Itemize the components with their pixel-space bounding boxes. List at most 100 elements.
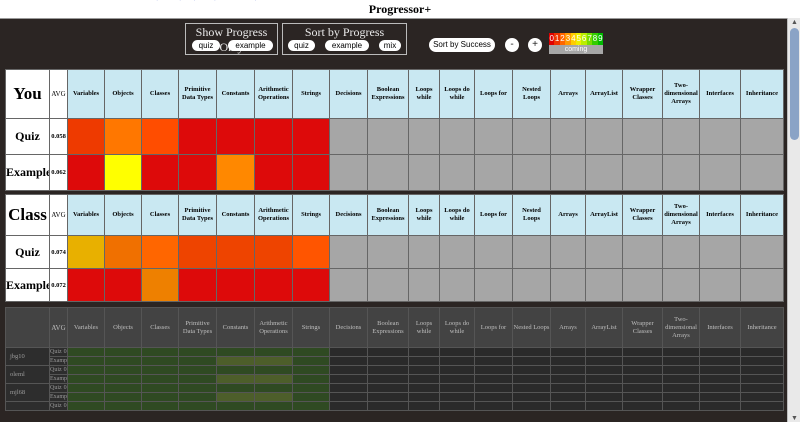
student-quiz-cell-inheritance[interactable] <box>740 347 784 357</box>
class-example-cell-loops-while[interactable] <box>408 268 440 302</box>
class-col-arrays[interactable]: Arrays <box>550 194 586 236</box>
you-quiz-cell-classes[interactable] <box>141 118 179 155</box>
students-col-inheritance[interactable]: Inheritance <box>740 307 784 348</box>
you-quiz-cell-loops-while[interactable] <box>408 118 440 155</box>
student-quiz-cell-arithmetic-operations[interactable] <box>254 383 293 393</box>
student-quiz-cell-interfaces[interactable] <box>699 383 741 393</box>
student-example-cell-loops-while[interactable] <box>408 356 440 366</box>
students-col-boolean-expressions[interactable]: Boolean Expressions <box>367 307 409 348</box>
you-quiz-cell-strings[interactable] <box>292 118 330 155</box>
class-col-primitive-data-types[interactable]: Primitive Data Types <box>178 194 217 236</box>
students-col-classes[interactable]: Classes <box>141 307 179 348</box>
class-quiz-cell-boolean-expressions[interactable] <box>367 235 409 269</box>
you-example-cell-inheritance[interactable] <box>740 154 784 191</box>
you-example-cell-objects[interactable] <box>104 154 142 191</box>
student-quiz-cell-decisions[interactable] <box>329 401 368 411</box>
you-quiz-cell-boolean-expressions[interactable] <box>367 118 409 155</box>
student-example-cell-arithmetic-operations[interactable] <box>254 374 293 384</box>
student-example-cell-variables[interactable] <box>67 392 105 402</box>
class-col-interfaces[interactable]: Interfaces <box>699 194 741 236</box>
you-example-cell-decisions[interactable] <box>329 154 368 191</box>
student-quiz-cell-classes[interactable] <box>141 347 179 357</box>
students-col-constants[interactable]: Constants <box>216 307 255 348</box>
student-example-cell-loops-do-while[interactable] <box>439 374 475 384</box>
class-example-cell-wrapper-classes[interactable] <box>622 268 663 302</box>
student-quiz-cell-loops-for[interactable] <box>474 383 513 393</box>
student-quiz-cell-decisions[interactable] <box>329 347 368 357</box>
student-example-cell-loops-for[interactable] <box>474 392 513 402</box>
you-example-cell-arraylist[interactable] <box>585 154 623 191</box>
student-quiz-cell-variables[interactable] <box>67 365 105 375</box>
class-col-decisions[interactable]: Decisions <box>329 194 368 236</box>
student-example-cell-nested-loops[interactable] <box>512 392 551 402</box>
class-example-cell-nested-loops[interactable] <box>512 268 551 302</box>
class-example-cell-variables[interactable] <box>67 268 105 302</box>
class-quiz-cell-classes[interactable] <box>141 235 179 269</box>
student-example-cell-loops-do-while[interactable] <box>439 356 475 366</box>
students-col-arithmetic-operations[interactable]: Arithmetic Operations <box>254 307 293 348</box>
zoom-in-button[interactable]: + <box>528 38 542 52</box>
you-col-wrapper-classes[interactable]: Wrapper Classes <box>622 69 663 119</box>
you-col-classes[interactable]: Classes <box>141 69 179 119</box>
students-col-interfaces[interactable]: Interfaces <box>699 307 741 348</box>
student-quiz-cell-two-dimensional-arrays[interactable] <box>662 401 700 411</box>
student-quiz-cell-arraylist[interactable] <box>585 347 623 357</box>
class-col-arraylist[interactable]: ArrayList <box>585 194 623 236</box>
student-quiz-cell-loops-while[interactable] <box>408 347 440 357</box>
class-col-strings[interactable]: Strings <box>292 194 330 236</box>
student-quiz-cell-arraylist[interactable] <box>585 365 623 375</box>
student-quiz-cell-wrapper-classes[interactable] <box>622 347 663 357</box>
student-quiz-cell-objects[interactable] <box>104 365 142 375</box>
student-quiz-cell-arithmetic-operations[interactable] <box>254 401 293 411</box>
class-example-cell-classes[interactable] <box>141 268 179 302</box>
student-example-cell-inheritance[interactable] <box>740 374 784 384</box>
student-example-cell-boolean-expressions[interactable] <box>367 374 409 384</box>
student-quiz-cell-loops-for[interactable] <box>474 401 513 411</box>
student-quiz-cell-loops-for[interactable] <box>474 365 513 375</box>
student-example-cell-classes[interactable] <box>141 356 179 366</box>
student-quiz-cell-objects[interactable] <box>104 347 142 357</box>
class-col-nested-loops[interactable]: Nested Loops <box>512 194 551 236</box>
student-example-cell-loops-do-while[interactable] <box>439 392 475 402</box>
students-col-loops-while[interactable]: Loops while <box>408 307 440 348</box>
class-col-loops-do-while[interactable]: Loops do while <box>439 194 475 236</box>
student-example-cell-nested-loops[interactable] <box>512 374 551 384</box>
you-col-variables[interactable]: Variables <box>67 69 105 119</box>
class-quiz-cell-interfaces[interactable] <box>699 235 741 269</box>
student-example-cell-arraylist[interactable] <box>585 356 623 366</box>
student-example-cell-inheritance[interactable] <box>740 356 784 366</box>
student-example-cell-objects[interactable] <box>104 374 142 384</box>
class-example-cell-loops-do-while[interactable] <box>439 268 475 302</box>
show-example-button[interactable]: example <box>228 40 273 51</box>
you-quiz-cell-arithmetic-operations[interactable] <box>254 118 293 155</box>
student-quiz-cell-variables[interactable] <box>67 401 105 411</box>
student-example-cell-strings[interactable] <box>292 392 330 402</box>
student-quiz-cell-boolean-expressions[interactable] <box>367 383 409 393</box>
students-col-arraylist[interactable]: ArrayList <box>585 307 623 348</box>
students-col-decisions[interactable]: Decisions <box>329 307 368 348</box>
class-quiz-cell-variables[interactable] <box>67 235 105 269</box>
student-quiz-cell-inheritance[interactable] <box>740 383 784 393</box>
student-example-cell-primitive-data-types[interactable] <box>178 374 217 384</box>
class-example-cell-primitive-data-types[interactable] <box>178 268 217 302</box>
student-quiz-cell-primitive-data-types[interactable] <box>178 383 217 393</box>
student-quiz-cell-wrapper-classes[interactable] <box>622 383 663 393</box>
student-quiz-cell-loops-do-while[interactable] <box>439 383 475 393</box>
you-quiz-cell-objects[interactable] <box>104 118 142 155</box>
scrollbar-thumb[interactable] <box>790 28 799 140</box>
you-quiz-cell-nested-loops[interactable] <box>512 118 551 155</box>
student-example-cell-interfaces[interactable] <box>699 374 741 384</box>
you-quiz-cell-variables[interactable] <box>67 118 105 155</box>
student-example-cell-nested-loops[interactable] <box>512 356 551 366</box>
student-quiz-cell-two-dimensional-arrays[interactable] <box>662 383 700 393</box>
you-example-cell-arrays[interactable] <box>550 154 586 191</box>
student-quiz-cell-arithmetic-operations[interactable] <box>254 365 293 375</box>
class-col-classes[interactable]: Classes <box>141 194 179 236</box>
student-example-cell-decisions[interactable] <box>329 392 368 402</box>
student-quiz-cell-boolean-expressions[interactable] <box>367 365 409 375</box>
you-quiz-cell-arraylist[interactable] <box>585 118 623 155</box>
class-col-constants[interactable]: Constants <box>216 194 255 236</box>
class-quiz-cell-strings[interactable] <box>292 235 330 269</box>
student-quiz-cell-two-dimensional-arrays[interactable] <box>662 347 700 357</box>
you-example-cell-interfaces[interactable] <box>699 154 741 191</box>
